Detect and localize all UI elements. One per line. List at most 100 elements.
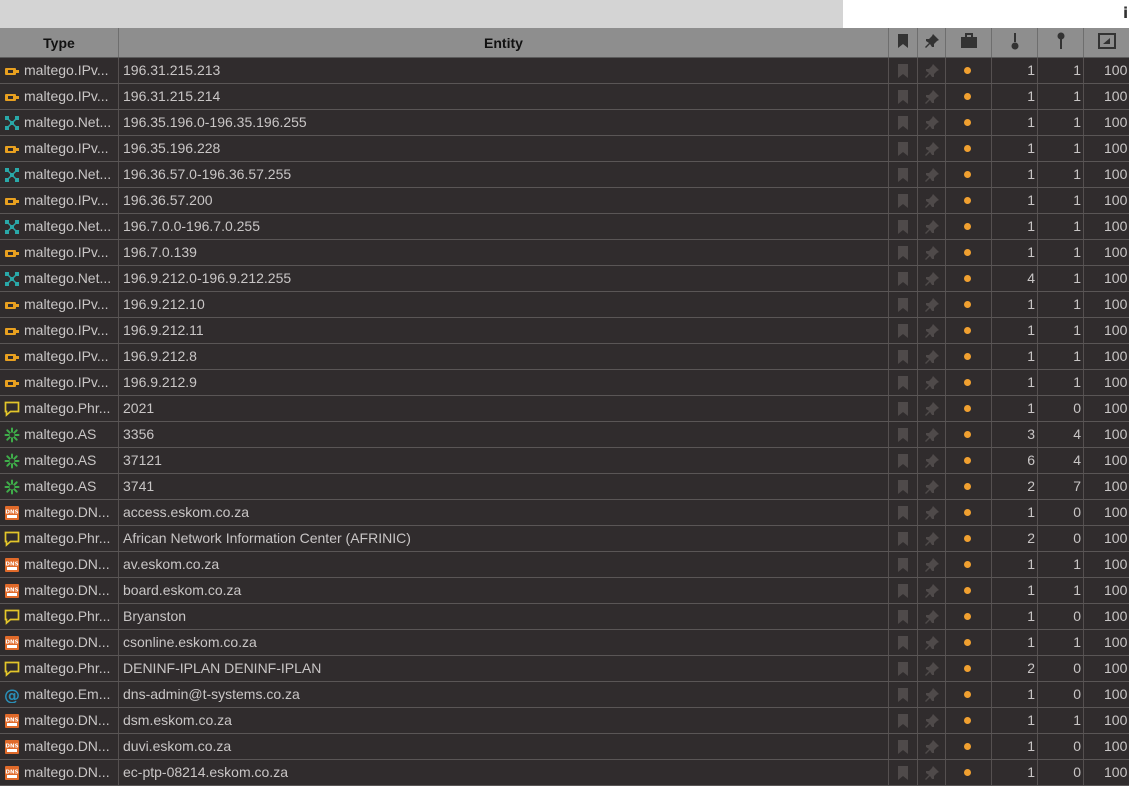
pin-cell[interactable] (918, 162, 946, 187)
bookmark-cell[interactable] (889, 266, 918, 291)
entity-cell[interactable]: 196.7.0.0-196.7.0.255 (119, 214, 889, 239)
bookmark-cell[interactable] (889, 708, 918, 733)
table-row[interactable]: maltego.Net... 196.36.57.0-196.36.57.255… (0, 162, 1129, 188)
bookmark-cell[interactable] (889, 526, 918, 551)
bookmark-cell[interactable] (889, 734, 918, 759)
column-header-entity[interactable]: Entity (119, 28, 889, 57)
pin-cell[interactable] (918, 58, 946, 83)
bookmark-cell[interactable] (889, 162, 918, 187)
pin-cell[interactable] (918, 578, 946, 603)
bookmark-cell[interactable] (889, 604, 918, 629)
pin-cell[interactable] (918, 344, 946, 369)
column-header-weight[interactable] (1084, 28, 1129, 57)
table-row[interactable]: maltego.AS 3356 3 4 100 (0, 422, 1129, 448)
entity-cell[interactable]: duvi.eskom.co.za (119, 734, 889, 759)
table-row[interactable]: maltego.Net... 196.7.0.0-196.7.0.255 1 1… (0, 214, 1129, 240)
entity-cell[interactable]: African Network Information Center (AFRI… (119, 526, 889, 551)
bookmark-cell[interactable] (889, 318, 918, 343)
table-row[interactable]: maltego.AS 3741 2 7 100 (0, 474, 1129, 500)
pin-cell[interactable] (918, 448, 946, 473)
table-row[interactable]: maltego.Phr... Bryanston 1 0 100 (0, 604, 1129, 630)
table-row[interactable]: maltego.IPv... 196.35.196.228 1 1 100 (0, 136, 1129, 162)
table-row[interactable]: maltego.Net... 196.35.196.0-196.35.196.2… (0, 110, 1129, 136)
entity-cell[interactable]: access.eskom.co.za (119, 500, 889, 525)
entity-cell[interactable]: 3356 (119, 422, 889, 447)
entity-cell[interactable]: 196.36.57.200 (119, 188, 889, 213)
column-header-outgoing[interactable] (1038, 28, 1084, 57)
entity-cell[interactable]: 196.31.215.213 (119, 58, 889, 83)
entity-cell[interactable]: ec-ptp-08214.eskom.co.za (119, 760, 889, 785)
pin-cell[interactable] (918, 266, 946, 291)
pin-cell[interactable] (918, 656, 946, 681)
table-row[interactable]: maltego.Phr... 2021 1 0 100 (0, 396, 1129, 422)
table-row[interactable]: maltego.IPv... 196.7.0.139 1 1 100 (0, 240, 1129, 266)
pin-cell[interactable] (918, 318, 946, 343)
entity-cell[interactable]: 196.9.212.11 (119, 318, 889, 343)
entity-cell[interactable]: 196.35.196.0-196.35.196.255 (119, 110, 889, 135)
bookmark-cell[interactable] (889, 214, 918, 239)
bookmark-cell[interactable] (889, 136, 918, 161)
pin-cell[interactable] (918, 214, 946, 239)
pin-cell[interactable] (918, 422, 946, 447)
pin-cell[interactable] (918, 500, 946, 525)
pin-cell[interactable] (918, 136, 946, 161)
bookmark-cell[interactable] (889, 760, 918, 785)
entity-cell[interactable]: 37121 (119, 448, 889, 473)
bookmark-cell[interactable] (889, 188, 918, 213)
table-row[interactable]: maltego.IPv... 196.9.212.8 1 1 100 (0, 344, 1129, 370)
table-row[interactable]: maltego.IPv... 196.9.212.11 1 1 100 (0, 318, 1129, 344)
column-header-bookmark[interactable] (889, 28, 918, 57)
table-row[interactable]: maltego.Net... 196.9.212.0-196.9.212.255… (0, 266, 1129, 292)
entity-cell[interactable]: 196.9.212.10 (119, 292, 889, 317)
entity-cell[interactable]: 196.7.0.139 (119, 240, 889, 265)
table-row[interactable]: DNS maltego.DN... duvi.eskom.co.za 1 0 1… (0, 734, 1129, 760)
pin-cell[interactable] (918, 682, 946, 707)
bookmark-cell[interactable] (889, 58, 918, 83)
table-row[interactable]: DNS maltego.DN... dsm.eskom.co.za 1 1 10… (0, 708, 1129, 734)
entity-cell[interactable]: 196.9.212.0-196.9.212.255 (119, 266, 889, 291)
column-header-type[interactable]: Type (0, 28, 119, 57)
table-row[interactable]: DNS maltego.DN... access.eskom.co.za 1 0… (0, 500, 1129, 526)
pin-cell[interactable] (918, 240, 946, 265)
pin-cell[interactable] (918, 188, 946, 213)
pin-cell[interactable] (918, 110, 946, 135)
column-header-notes[interactable] (946, 28, 992, 57)
entity-cell[interactable]: board.eskom.co.za (119, 578, 889, 603)
entity-cell[interactable]: csonline.eskom.co.za (119, 630, 889, 655)
pin-cell[interactable] (918, 552, 946, 577)
bookmark-cell[interactable] (889, 84, 918, 109)
bookmark-cell[interactable] (889, 448, 918, 473)
entity-cell[interactable]: DENINF-IPLAN DENINF-IPLAN (119, 656, 889, 681)
table-row[interactable]: maltego.IPv... 196.31.215.213 1 1 100 (0, 58, 1129, 84)
entity-cell[interactable]: 196.9.212.8 (119, 344, 889, 369)
entity-cell[interactable]: 2021 (119, 396, 889, 421)
table-row[interactable]: maltego.IPv... 196.36.57.200 1 1 100 (0, 188, 1129, 214)
bookmark-cell[interactable] (889, 578, 918, 603)
bookmark-cell[interactable] (889, 656, 918, 681)
bookmark-cell[interactable] (889, 292, 918, 317)
pin-cell[interactable] (918, 760, 946, 785)
bookmark-cell[interactable] (889, 474, 918, 499)
table-row[interactable]: maltego.IPv... 196.9.212.9 1 1 100 (0, 370, 1129, 396)
bookmark-cell[interactable] (889, 396, 918, 421)
info-icon[interactable]: i (1119, 3, 1129, 25)
table-row[interactable]: maltego.AS 37121 6 4 100 (0, 448, 1129, 474)
bookmark-cell[interactable] (889, 110, 918, 135)
column-header-incoming[interactable] (992, 28, 1038, 57)
entity-cell[interactable]: av.eskom.co.za (119, 552, 889, 577)
pin-cell[interactable] (918, 292, 946, 317)
pin-cell[interactable] (918, 84, 946, 109)
table-row[interactable]: maltego.Phr... DENINF-IPLAN DENINF-IPLAN… (0, 656, 1129, 682)
table-row[interactable]: DNS maltego.DN... board.eskom.co.za 1 1 … (0, 578, 1129, 604)
entity-cell[interactable]: Bryanston (119, 604, 889, 629)
bookmark-cell[interactable] (889, 500, 918, 525)
table-row[interactable]: maltego.IPv... 196.31.215.214 1 1 100 (0, 84, 1129, 110)
table-row[interactable]: @ maltego.Em... dns-admin@t-systems.co.z… (0, 682, 1129, 708)
entity-cell[interactable]: 196.9.212.9 (119, 370, 889, 395)
bookmark-cell[interactable] (889, 682, 918, 707)
bookmark-cell[interactable] (889, 240, 918, 265)
pin-cell[interactable] (918, 474, 946, 499)
pin-cell[interactable] (918, 604, 946, 629)
bookmark-cell[interactable] (889, 344, 918, 369)
pin-cell[interactable] (918, 630, 946, 655)
